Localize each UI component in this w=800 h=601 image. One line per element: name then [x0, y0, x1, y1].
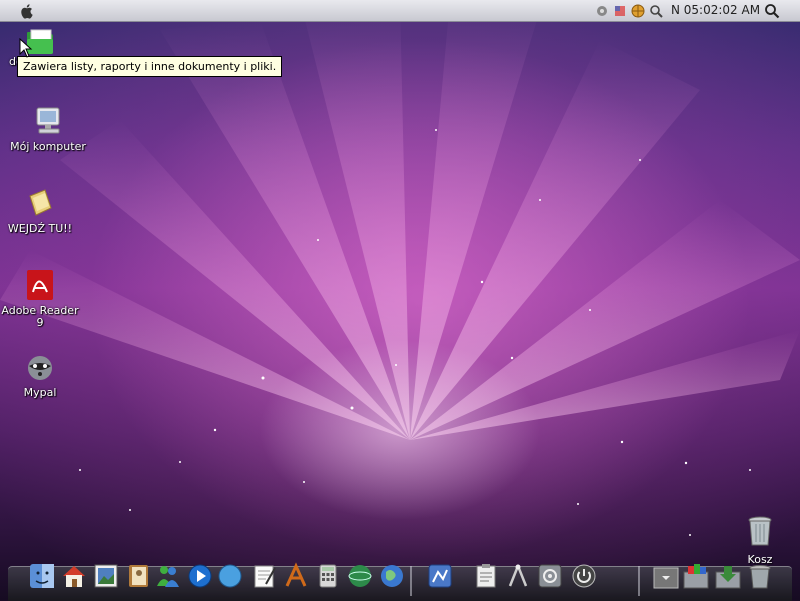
desktop-icon-label: Adobe Reader 9: [1, 304, 79, 329]
desktop-icon-label: Mój komputer: [10, 140, 86, 153]
address-book-icon[interactable]: [124, 562, 152, 590]
wallpaper-rays: [0, 0, 800, 536]
dashboard-icon[interactable]: [426, 562, 454, 590]
home-icon[interactable]: [60, 562, 88, 590]
computer-icon: [36, 107, 60, 134]
magnifier-tray-icon[interactable]: [648, 3, 664, 19]
globe-tray-icon[interactable]: [630, 3, 646, 19]
spotlight-search-icon[interactable]: [764, 3, 780, 19]
network-tray-icon[interactable]: [594, 3, 610, 19]
flag-tray-icon[interactable]: [612, 3, 628, 19]
package-icon: [29, 189, 52, 216]
menubar-clock[interactable]: N 05:02:02 AM: [671, 3, 760, 17]
internet-globe-icon[interactable]: [378, 562, 406, 590]
desktop-icon-enter-here[interactable]: WEJDŹ TU!!: [0, 186, 80, 235]
system-preferences-icon[interactable]: [536, 562, 564, 590]
utility-clipboard-icon[interactable]: [472, 562, 500, 590]
messenger-icon[interactable]: [154, 562, 182, 590]
tools-compass-icon[interactable]: [504, 562, 532, 590]
downloads-folder-icon[interactable]: [714, 562, 742, 590]
desktop-icon-label: Mypal: [23, 386, 57, 399]
desktop-icon-my-computer[interactable]: Mój komputer: [8, 104, 88, 153]
calculator-icon[interactable]: [314, 562, 342, 590]
apple-icon[interactable]: [18, 2, 36, 20]
power-icon[interactable]: [570, 562, 598, 590]
dock-trash-icon[interactable]: [746, 562, 774, 590]
desktop-icon-mypal[interactable]: Mypal: [0, 350, 80, 399]
trash-icon: [748, 516, 772, 546]
tooltip: Zawiera listy, raporty i inne dokumenty …: [17, 56, 283, 77]
raccoon-icon: [28, 356, 52, 380]
desktop-icon-label: WEJDŹ TU!!: [7, 222, 73, 235]
safari-browser-icon[interactable]: [216, 562, 244, 590]
dock-separator: [638, 566, 640, 596]
adobe-reader-icon: [27, 270, 53, 300]
desktop-icon-adobe-reader[interactable]: Adobe Reader 9: [0, 268, 80, 329]
desktop-icon-trash[interactable]: Kosz: [740, 515, 780, 566]
finder-icon[interactable]: [28, 562, 56, 590]
applications-folder-icon[interactable]: [682, 562, 710, 590]
media-player-icon[interactable]: [186, 562, 214, 590]
photo-preview-icon[interactable]: [92, 562, 120, 590]
dock-separator: [410, 566, 412, 596]
mouse-cursor-icon: [19, 38, 33, 58]
menu-bar: N 05:02:02 AM: [0, 0, 800, 22]
text-edit-icon[interactable]: [250, 562, 278, 590]
app-store-icon[interactable]: [282, 562, 310, 590]
network-globe-icon[interactable]: [346, 562, 374, 590]
stack-menu-icon[interactable]: [652, 562, 680, 590]
